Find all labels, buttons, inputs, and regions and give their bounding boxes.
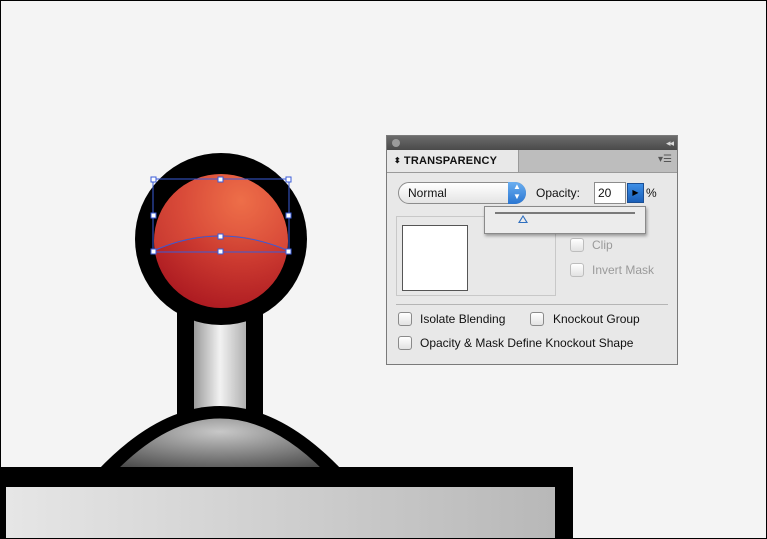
- isolate-blending-label: Isolate Blending: [420, 312, 506, 326]
- divider: [396, 304, 668, 305]
- clip-checkbox[interactable]: [570, 238, 584, 252]
- blend-mode-select[interactable]: Normal ▲ ▼: [398, 182, 526, 204]
- opacity-label: Opacity:: [536, 186, 581, 200]
- opacity-input[interactable]: 20: [594, 182, 626, 204]
- tab-transparency[interactable]: ⬍ TRANSPARENCY: [387, 150, 519, 172]
- knockout-group-checkbox[interactable]: [530, 312, 544, 326]
- triangle-up-icon[interactable]: [518, 215, 528, 223]
- close-icon[interactable]: [392, 139, 400, 147]
- up-down-arrows-icon[interactable]: ▲ ▼: [508, 182, 526, 204]
- opacity-slider-popup: [484, 206, 646, 234]
- blend-mode-value: Normal: [408, 186, 447, 200]
- opacity-mask-knockout-label: Opacity & Mask Define Knockout Shape: [420, 336, 634, 350]
- clip-label: Clip: [592, 238, 613, 252]
- tab-arrows-icon: ⬍: [394, 156, 401, 165]
- transparency-panel: ◂◂ ⬍ TRANSPARENCY ▾☰ Normal ▲ ▼ Opacity: 2…: [386, 135, 678, 365]
- panel-titlebar[interactable]: ◂◂: [387, 136, 677, 150]
- panel-menu-icon[interactable]: ▾☰: [658, 155, 672, 165]
- invert-mask-checkbox[interactable]: [570, 263, 584, 277]
- tab-label: TRANSPARENCY: [403, 155, 498, 167]
- document-canvas: ◂◂ ⬍ TRANSPARENCY ▾☰ Normal ▲ ▼ Opacity: 2…: [0, 0, 767, 539]
- invert-mask-label: Invert Mask: [592, 263, 655, 277]
- opacity-slider-track[interactable]: [495, 212, 635, 214]
- opacity-mask-knockout-checkbox[interactable]: [398, 336, 412, 350]
- opacity-unit: %: [646, 186, 657, 200]
- isolate-blending-checkbox[interactable]: [398, 312, 412, 326]
- object-thumbnail[interactable]: [402, 225, 468, 291]
- double-chevron-icon[interactable]: ◂◂: [666, 136, 674, 150]
- knockout-group-label: Knockout Group: [553, 312, 640, 326]
- triangle-right-icon: ▶: [632, 188, 639, 197]
- opacity-popup-button[interactable]: ▶: [627, 183, 644, 203]
- tab-strip: ⬍ TRANSPARENCY ▾☰: [387, 150, 677, 173]
